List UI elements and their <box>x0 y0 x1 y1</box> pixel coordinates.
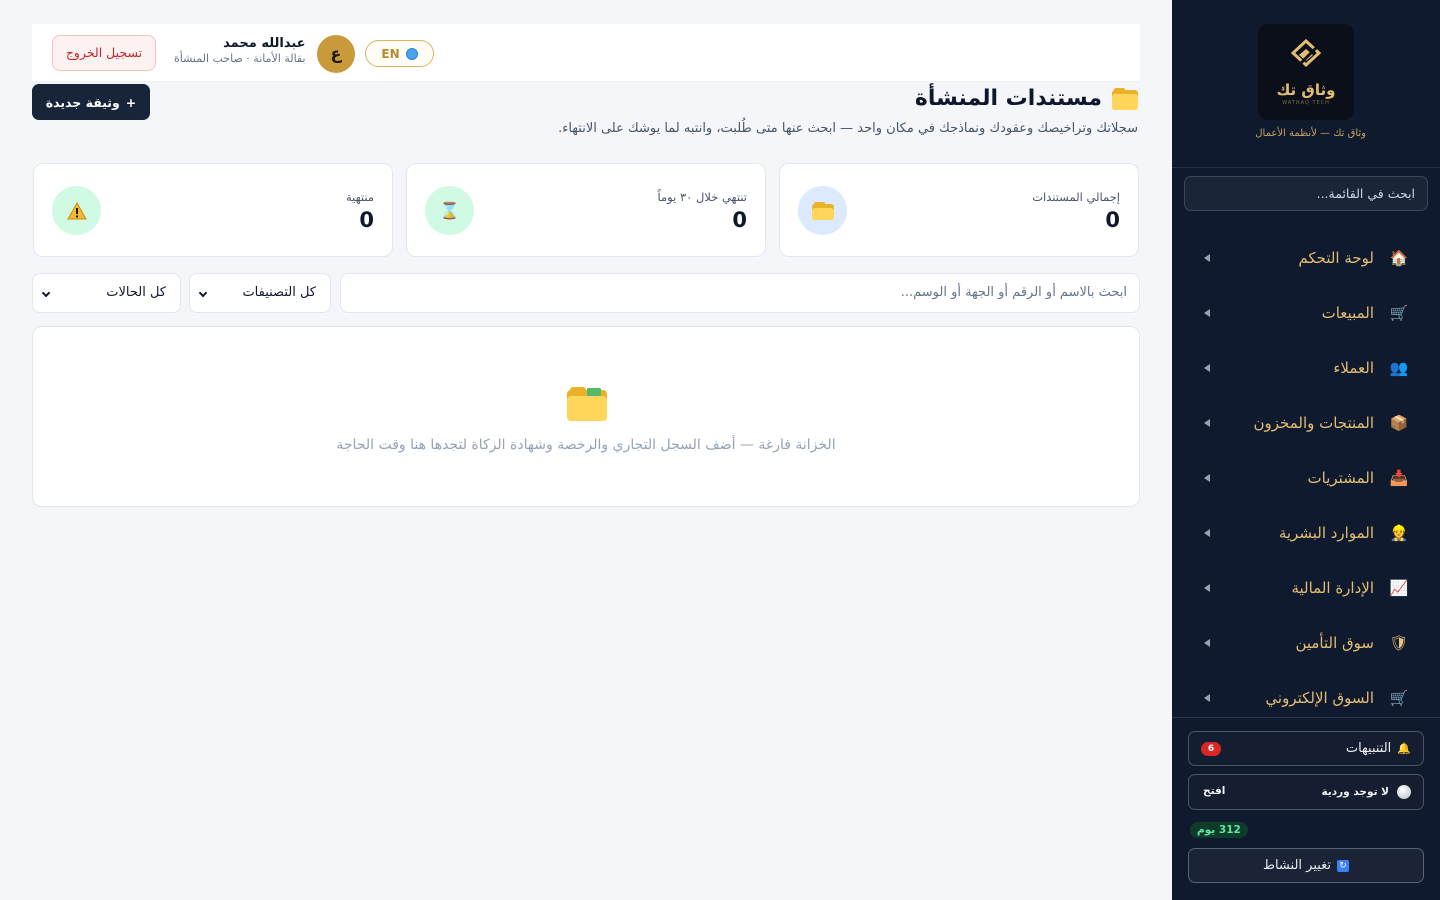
empty-state-card: الخزانة فارغة — أضف السجل التجاري والرخص… <box>32 326 1140 507</box>
sidebar-item-label: السوق الإلكتروني <box>1265 688 1374 707</box>
hourglass-icon: ⌛ <box>425 186 474 235</box>
home-icon: 🏠 <box>1389 248 1409 267</box>
stat-card-expired: منتهية 0 <box>33 163 393 257</box>
sidebar-item-label: الموارد البشرية <box>1278 523 1374 542</box>
alerts-label: التنبيهات <box>1345 741 1392 756</box>
user-name: عبدالله محمد <box>223 36 306 51</box>
chevron-down-icon <box>41 288 51 298</box>
language-label: EN <box>381 46 400 61</box>
logout-button[interactable]: تسجيل الخروج <box>52 35 156 71</box>
shift-status-button[interactable]: لا توجد وردية افتح <box>1188 774 1424 810</box>
folder-icon <box>798 186 847 235</box>
logo-subtext: WATHAQ TECH <box>1282 99 1330 106</box>
expand-arrow-icon[interactable] <box>1204 693 1210 702</box>
users-icon: 👥 <box>1389 358 1409 377</box>
status-dot-icon <box>1397 785 1411 799</box>
expand-arrow-icon[interactable] <box>1204 418 1210 427</box>
warning-icon <box>52 186 101 235</box>
category-select-value: كل التصنيفات <box>242 285 316 300</box>
cart-icon: 🛒 <box>1389 688 1409 707</box>
avatar[interactable]: ع <box>317 35 355 73</box>
shield-icon: 🛡 <box>1389 633 1409 652</box>
stat-label: إجمالي المستندات <box>1032 190 1120 204</box>
sidebar-item-label: المشتريات <box>1307 468 1374 487</box>
sidebar-item-finance[interactable]: 📈 الإدارة المالية <box>1172 560 1440 615</box>
stat-value: 0 <box>1105 208 1120 232</box>
status-select-value: كل الحالات <box>106 285 166 300</box>
chevron-down-icon <box>198 288 208 298</box>
globe-icon <box>405 47 418 60</box>
new-document-label: وثيقة جديدة <box>45 94 120 110</box>
sidebar-item-hr[interactable]: 👷 الموارد البشرية <box>1172 505 1440 560</box>
stat-label: منتهية <box>345 190 374 204</box>
brand-area: وثاق تك WATHAQ TECH وثاق تك — لأنظمة الأ… <box>1172 0 1440 168</box>
new-document-button[interactable]: + وثيقة جديدة <box>32 84 150 120</box>
stat-value: 0 <box>732 208 747 232</box>
sidebar-item-dashboard[interactable]: 🏠 لوحة التحكم <box>1172 230 1440 285</box>
expand-arrow-icon[interactable] <box>1204 363 1210 372</box>
logo-text: وثاق تك <box>1276 80 1336 99</box>
cart-icon: 🛒 <box>1389 303 1409 322</box>
stat-label: تنتهي خلال ٣٠ يوماً <box>657 190 748 204</box>
inbox-icon: 📥 <box>1389 468 1409 487</box>
refresh-icon: ↻ <box>1337 859 1350 872</box>
chart-icon: 📈 <box>1389 578 1409 597</box>
sidebar-item-label: المبيعات <box>1321 303 1374 322</box>
subscription-days-badge: 312 يوم <box>1190 822 1248 838</box>
expand-arrow-icon[interactable] <box>1204 253 1210 262</box>
sidebar-item-label: سوق التأمين <box>1295 633 1374 652</box>
stat-value: 0 <box>359 208 374 232</box>
page-subtitle: سجلاتك وتراخيصك وعقودك ونماذجك في مكان و… <box>558 121 1138 136</box>
expand-arrow-icon[interactable] <box>1204 308 1210 317</box>
sidebar-item-purchases[interactable]: 📥 المشتريات <box>1172 450 1440 505</box>
sidebar-item-label: العملاء <box>1333 358 1374 377</box>
alerts-button[interactable]: 🔔 التنبيهات 6 <box>1188 731 1424 766</box>
stat-card-expiring: تنتهي خلال ٣٠ يوماً 0 ⌛ <box>406 163 766 257</box>
expand-arrow-icon[interactable] <box>1204 583 1210 592</box>
bell-icon: 🔔 <box>1397 742 1411 755</box>
top-bar: تسجيل الخروج عبدالله محمد بقالة الأمانة … <box>32 24 1140 82</box>
stat-card-total: إجمالي المستندات 0 <box>779 163 1139 257</box>
language-toggle-button[interactable]: EN <box>365 40 434 67</box>
brand-tagline: وثاق تك — لأنظمة الأعمال <box>1255 128 1366 139</box>
expand-arrow-icon[interactable] <box>1204 638 1210 647</box>
page-title-text: مستندات المنشأة <box>914 86 1102 111</box>
page-title: مستندات المنشأة <box>915 86 1138 111</box>
logo[interactable]: وثاق تك WATHAQ TECH <box>1258 24 1354 120</box>
user-info: عبدالله محمد بقالة الأمانة · صاحب المنشأ… <box>174 36 306 65</box>
folder-icon <box>1112 87 1138 110</box>
plus-icon: + <box>125 94 137 110</box>
switch-activity-label: تغيير النشاط <box>1262 858 1332 873</box>
alerts-count-badge: 6 <box>1201 742 1221 756</box>
box-icon: 📦 <box>1389 413 1409 432</box>
user-role: بقالة الأمانة · صاحب المنشأة <box>174 52 306 65</box>
sidebar-item-sales[interactable]: 🛒 المبيعات <box>1172 285 1440 340</box>
folder-icon <box>567 387 607 421</box>
sidebar-item-products[interactable]: 📦 المنتجات والمخزون <box>1172 395 1440 450</box>
sidebar: وثاق تك WATHAQ TECH وثاق تك — لأنظمة الأ… <box>1172 0 1440 900</box>
sidebar-nav: 🏠 لوحة التحكم 🛒 المبيعات 👥 العملاء 📦 الم… <box>1172 230 1440 725</box>
sidebar-footer: 🔔 التنبيهات 6 لا توجد وردية افتح 312 يوم… <box>1172 717 1440 883</box>
category-select[interactable]: كل التصنيفات <box>189 273 331 313</box>
switch-activity-button[interactable]: ↻ تغيير النشاط <box>1188 848 1424 883</box>
sidebar-item-label: المنتجات والمخزون <box>1253 413 1374 432</box>
sidebar-item-insurance[interactable]: 🛡 سوق التأمين <box>1172 615 1440 670</box>
sidebar-item-label: الإدارة المالية <box>1291 578 1374 597</box>
shift-status-text: لا توجد وردية <box>1321 786 1389 798</box>
expand-arrow-icon[interactable] <box>1204 528 1210 537</box>
open-shift-link[interactable]: افتح <box>1203 785 1225 797</box>
worker-icon: 👷 <box>1389 523 1409 542</box>
logo-mark-icon <box>1290 38 1322 70</box>
sidebar-item-customers[interactable]: 👥 العملاء <box>1172 340 1440 395</box>
empty-state-text: الخزانة فارغة — أضف السجل التجاري والرخص… <box>336 437 836 453</box>
documents-search-input[interactable]: ابحث بالاسم أو الرقم أو الجهة أو الوسم..… <box>340 273 1140 313</box>
status-select[interactable]: كل الحالات <box>32 273 181 313</box>
sidebar-search-input[interactable]: ابحث في القائمة... <box>1184 176 1428 211</box>
sidebar-item-label: لوحة التحكم <box>1298 248 1374 267</box>
expand-arrow-icon[interactable] <box>1204 473 1210 482</box>
